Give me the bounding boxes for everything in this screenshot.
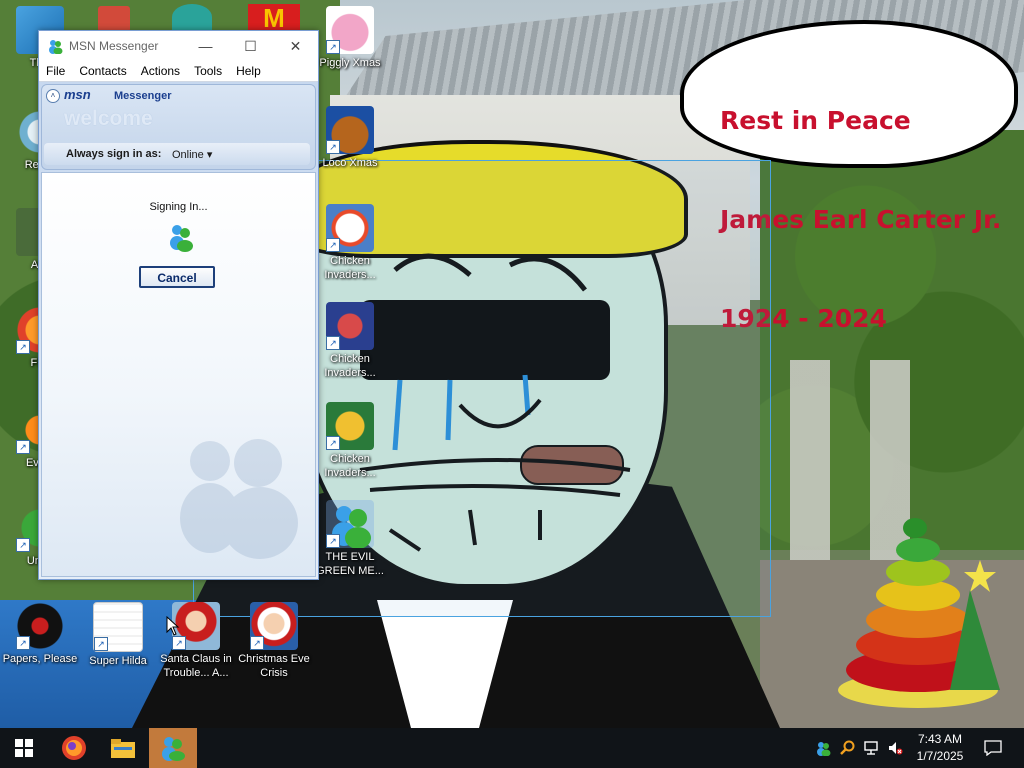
msn-body: ˄ msn Messenger welcome Always sign in a… — [39, 82, 318, 579]
desktop-icon-loco-xmas[interactable]: ↗ Loco Xmas — [312, 106, 388, 170]
firefox-icon — [62, 736, 86, 760]
taskbar-file-explorer[interactable] — [99, 728, 147, 768]
desktop-icon-chicken-invaders-1[interactable]: ↗ Chicken Invaders... — [312, 204, 388, 282]
loco-xmas-icon: ↗ — [326, 106, 374, 154]
taskbar: 7:43 AM 1/7/2025 — [0, 728, 1024, 768]
super-hilda-icon: ↗ — [93, 602, 143, 652]
signin-status-value: Online — [172, 149, 204, 161]
christmas-tree-graphic — [838, 518, 1000, 708]
start-button[interactable] — [0, 728, 48, 768]
desktop-icon-papers-please[interactable]: ↗ Papers, Please — [2, 602, 78, 666]
msn-buddy-icon — [162, 737, 185, 761]
cancel-button[interactable]: Cancel — [139, 266, 215, 288]
desktop-icon-label: Papers, Please — [2, 653, 78, 665]
christmas-eve-icon: ↗ — [250, 602, 298, 650]
action-center-button[interactable] — [978, 728, 1008, 768]
minimize-button[interactable]: — — [183, 31, 228, 61]
msn-buddy-icon — [170, 225, 193, 252]
clock-time: 7:43 AM — [917, 732, 963, 746]
desktop-icon-label: Super Hilda — [89, 655, 147, 667]
desktop-icon-label: Chicken Invaders... — [324, 453, 376, 479]
chicken-invaders-icon: ↗ — [326, 204, 374, 252]
msn-messenger-window[interactable]: MSN Messenger — ☐ ✕ File Contacts Action… — [38, 30, 319, 580]
speech-bubble: Rest in Peace James Earl Carter Jr. 1924… — [680, 20, 1018, 333]
signin-label: Always sign in as: — [66, 148, 162, 160]
tray-network-icon[interactable] — [860, 728, 882, 768]
desktop-icon-chicken-invaders-2[interactable]: ↗ Chicken Invaders... — [312, 302, 388, 380]
signin-bar: Always sign in as: Online ▾ — [44, 143, 310, 165]
desktop-icon-label: Chicken Invaders... — [324, 353, 376, 379]
msn-logo-sub: Messenger — [114, 90, 172, 102]
desktop-icon-label: THE EVIL GREEN ME... — [316, 551, 384, 577]
menu-contacts[interactable]: Contacts — [72, 64, 133, 78]
signing-in-panel: Signing In... Cancel — [41, 172, 316, 577]
signin-status-dropdown[interactable]: Online ▾ — [172, 148, 212, 161]
maximize-button[interactable]: ☐ — [228, 31, 273, 61]
mcdonalds-icon[interactable]: M — [248, 4, 300, 32]
taskbar-clock[interactable]: 7:43 AM 1/7/2025 — [910, 731, 970, 765]
desktop-icon-label: Christmas Eve Crisis — [238, 653, 310, 679]
msn-header-panel: ˄ msn Messenger welcome Always sign in a… — [41, 84, 316, 170]
chicken-invaders-icon: ↗ — [326, 302, 374, 350]
chicken-invaders-icon: ↗ — [326, 402, 374, 450]
desktop-icon-evil-green-me[interactable]: ↗ THE EVIL GREEN ME... — [312, 500, 388, 578]
network-icon — [864, 741, 878, 755]
notification-icon — [984, 740, 1002, 756]
bubble-line-1: Rest in Peace — [720, 106, 911, 135]
menu-actions[interactable]: Actions — [134, 64, 187, 78]
menu-file[interactable]: File — [39, 64, 72, 78]
folder-icon — [111, 739, 135, 758]
desktop-icon-santa-claus[interactable]: ↗ Santa Claus in Trouble... A... — [158, 602, 234, 680]
windows-icon — [15, 739, 33, 757]
mouse-cursor-icon — [166, 616, 180, 636]
tray-msn-icon[interactable] — [812, 728, 834, 768]
menu-bar: File Contacts Actions Tools Help — [39, 61, 318, 82]
desktop-icon-label: Piggly Xmas — [319, 57, 381, 69]
msn-buddy-watermark-icon — [180, 439, 298, 559]
window-title: MSN Messenger — [69, 39, 159, 53]
desktop-icon-christmas-eve-crisis[interactable]: ↗ Christmas Eve Crisis — [236, 602, 312, 680]
desktop-icon-label: Chicken Invaders... — [324, 255, 376, 281]
msn-buddy-icon — [817, 742, 831, 756]
close-button[interactable]: ✕ — [273, 31, 318, 61]
menu-tools[interactable]: Tools — [187, 64, 229, 78]
welcome-heading: welcome — [64, 107, 153, 130]
desktop-icon-piggly-xmas[interactable]: ↗ Piggly Xmas — [312, 6, 388, 70]
menu-help[interactable]: Help — [229, 64, 268, 78]
piggly-xmas-icon: ↗ — [326, 6, 374, 54]
msn-logo: msn — [64, 87, 91, 102]
chevron-up-icon[interactable]: ˄ — [46, 89, 60, 103]
desktop-icon-super-hilda[interactable]: ↗ Super Hilda — [80, 602, 156, 668]
desktop-icon-label: Loco Xmas — [322, 157, 378, 169]
tray-volume-icon[interactable] — [884, 728, 906, 768]
taskbar-firefox[interactable] — [50, 728, 98, 768]
papers-please-icon: ↗ — [16, 602, 64, 650]
window-titlebar[interactable]: MSN Messenger — ☐ ✕ — [39, 31, 318, 61]
signing-in-status: Signing In... — [149, 201, 208, 213]
msn-buddy-icon: ↗ — [326, 500, 374, 549]
msn-buddy-icon — [47, 38, 63, 55]
tray-search-icon[interactable] — [836, 728, 858, 768]
chevron-down-icon: ▾ — [206, 149, 213, 161]
desktop-icon-chicken-invaders-3[interactable]: ↗ Chicken Invaders... — [312, 402, 388, 480]
app-icon[interactable] — [172, 4, 212, 30]
clock-date: 1/7/2025 — [916, 749, 964, 763]
volume-muted-icon — [889, 742, 903, 755]
desktop-icon-label: Santa Claus in Trouble... A... — [160, 653, 232, 679]
app-icon[interactable] — [98, 6, 130, 32]
taskbar-msn-messenger[interactable] — [149, 728, 197, 768]
search-icon — [840, 740, 855, 755]
